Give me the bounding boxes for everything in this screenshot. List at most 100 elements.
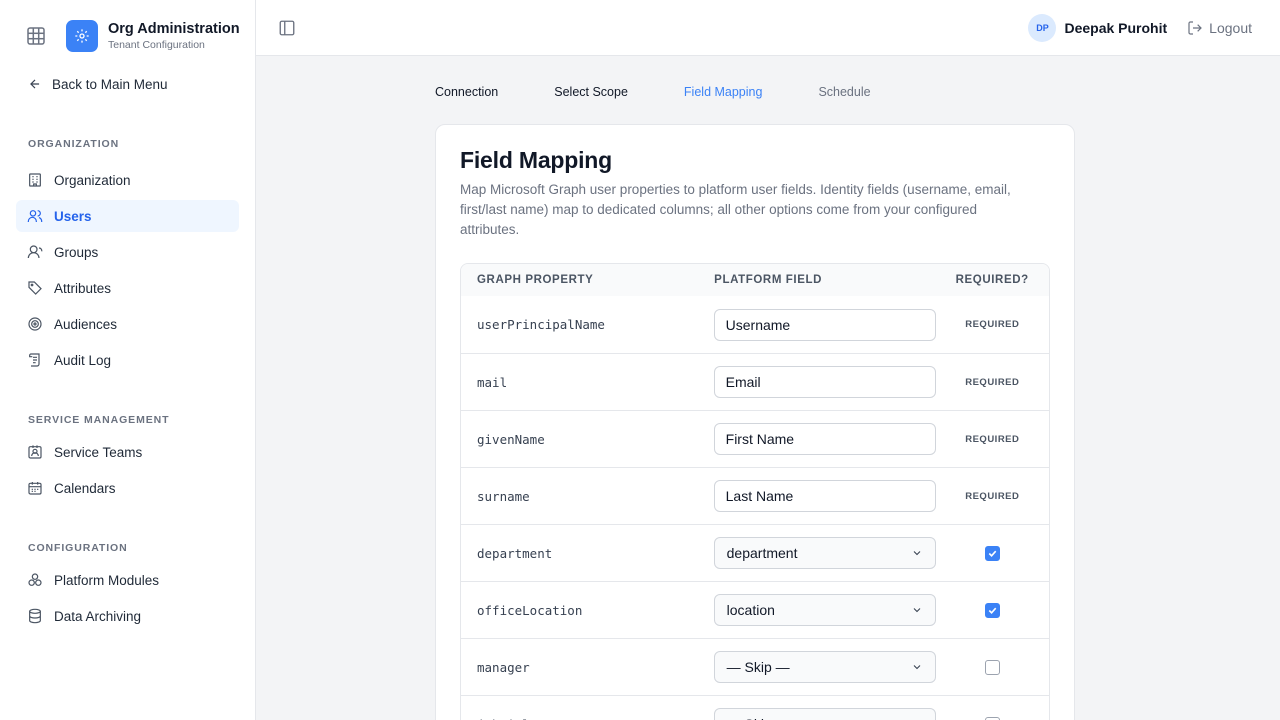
sidebar-item-attributes[interactable]: Attributes bbox=[16, 272, 239, 304]
sidebar-item-label: Data Archiving bbox=[54, 608, 142, 624]
sidebar-item-platform-modules[interactable]: Platform Modules bbox=[16, 564, 239, 596]
sidebar-item-service-teams[interactable]: Service Teams bbox=[16, 436, 239, 468]
target-icon bbox=[26, 315, 44, 333]
platform-field-input[interactable] bbox=[713, 423, 936, 455]
back-link-label: Back to Main Menu bbox=[52, 76, 168, 92]
platform-field-input[interactable] bbox=[713, 366, 936, 398]
required-cell bbox=[936, 716, 1049, 720]
platform-field-select[interactable]: — Skip — bbox=[713, 651, 936, 683]
platform-field-cell bbox=[713, 308, 936, 341]
required-badge: REQUIRED bbox=[965, 433, 1020, 445]
required-checkbox[interactable] bbox=[984, 716, 1000, 720]
table-row: userPrincipalName REQUIRED bbox=[461, 296, 1049, 353]
sidebar-item-organization[interactable]: Organization bbox=[16, 164, 239, 196]
graph-property: givenName bbox=[477, 431, 545, 447]
step-select-scope[interactable]: Select Scope bbox=[554, 83, 628, 101]
page-description: Map Microsoft Graph user properties to p… bbox=[460, 182, 1011, 237]
chevron-down-icon bbox=[911, 547, 923, 559]
table-row: department department bbox=[461, 524, 1049, 581]
required-cell: REQUIRED bbox=[936, 491, 1049, 502]
table-header: GRAPH PROPERTY PLATFORM FIELD REQUIRED? bbox=[461, 264, 1049, 296]
sidebar-item-label: Service Teams bbox=[54, 444, 143, 460]
sidebar-item-groups[interactable]: Groups bbox=[16, 236, 239, 268]
brand-header: Org Administration Tenant Configuration bbox=[0, 0, 255, 72]
platform-field-cell bbox=[713, 366, 936, 398]
select-value: department bbox=[726, 545, 798, 561]
header-required: REQUIRED? bbox=[955, 274, 1029, 286]
sidebar-item-label: Groups bbox=[54, 244, 99, 260]
sidebar-item-calendars[interactable]: Calendars bbox=[16, 472, 239, 504]
sidebar-item-label: Audiences bbox=[54, 316, 118, 332]
table-row: jobTitle — Skip — bbox=[461, 695, 1049, 720]
sidebar-item-label: Users bbox=[54, 208, 92, 224]
sidebar-item-users[interactable]: Users bbox=[16, 200, 239, 232]
required-cell: REQUIRED bbox=[936, 377, 1049, 388]
step-schedule[interactable]: Schedule bbox=[818, 83, 870, 101]
field-mapping-card: Field Mapping Map Microsoft Graph user p… bbox=[435, 124, 1075, 720]
building-icon bbox=[26, 171, 44, 189]
required-checkbox[interactable] bbox=[984, 545, 1000, 561]
user-menu: DP Deepak Purohit Logout bbox=[1028, 14, 1252, 42]
sidebar: Org Administration Tenant Configuration … bbox=[0, 0, 256, 720]
chevron-down-icon bbox=[911, 604, 923, 616]
section-label-organization: ORGANIZATION bbox=[28, 138, 120, 150]
table-row: officeLocation location bbox=[461, 581, 1049, 638]
graph-property: officeLocation bbox=[477, 602, 583, 618]
graph-property: userPrincipalName bbox=[477, 317, 605, 332]
database-icon bbox=[26, 607, 44, 625]
group-icon bbox=[26, 243, 44, 261]
required-badge: REQUIRED bbox=[965, 490, 1020, 502]
platform-field-input[interactable] bbox=[713, 308, 936, 341]
platform-field-select[interactable]: — Skip — bbox=[713, 708, 936, 720]
sidebar-item-data-archiving[interactable]: Data Archiving bbox=[16, 600, 239, 632]
sidebar-item-label: Calendars bbox=[54, 480, 116, 496]
platform-field-cell bbox=[713, 480, 936, 512]
brand-subtitle: Tenant Configuration bbox=[108, 39, 205, 51]
platform-field-cell: location bbox=[713, 594, 936, 626]
section-label-configuration: CONFIGURATION bbox=[28, 542, 128, 554]
avatar[interactable]: DP bbox=[1028, 14, 1057, 42]
logout-label: Logout bbox=[1209, 20, 1252, 36]
platform-field-cell bbox=[713, 423, 936, 455]
check-icon bbox=[988, 607, 997, 614]
platform-field-select[interactable]: department bbox=[713, 537, 936, 569]
step-connection[interactable]: Connection bbox=[435, 83, 498, 101]
required-cell: REQUIRED bbox=[936, 319, 1049, 330]
required-cell bbox=[936, 545, 1049, 561]
platform-field-cell: department bbox=[713, 537, 936, 569]
sidebar-item-label: Audit Log bbox=[54, 352, 112, 368]
table-row: surname REQUIRED bbox=[461, 467, 1049, 524]
step-field-mapping[interactable]: Field Mapping bbox=[684, 83, 763, 101]
table-row: mail REQUIRED bbox=[461, 353, 1049, 410]
app-grid-icon[interactable] bbox=[26, 26, 46, 46]
header-graph-property: GRAPH PROPERTY bbox=[477, 274, 594, 286]
sidebar-toggle-icon[interactable] bbox=[278, 19, 296, 37]
sidebar-item-label: Organization bbox=[54, 172, 131, 188]
graph-property: surname bbox=[477, 488, 530, 504]
back-to-main-menu-link[interactable]: Back to Main Menu bbox=[0, 72, 255, 96]
brand-title: Org Administration bbox=[108, 21, 240, 37]
platform-field-input[interactable] bbox=[713, 480, 936, 512]
required-badge: REQUIRED bbox=[965, 319, 1020, 330]
sidebar-item-audiences[interactable]: Audiences bbox=[16, 308, 239, 340]
select-value: location bbox=[726, 602, 775, 618]
table-row: manager — Skip — bbox=[461, 638, 1049, 695]
graph-property: department bbox=[477, 545, 553, 561]
modules-icon bbox=[26, 571, 44, 589]
platform-field-select[interactable]: location bbox=[713, 594, 936, 626]
table-row: givenName REQUIRED bbox=[461, 410, 1049, 467]
mapping-table: GRAPH PROPERTY PLATFORM FIELD REQUIRED? … bbox=[460, 263, 1050, 720]
logout-button[interactable]: Logout bbox=[1187, 20, 1252, 36]
scroll-icon bbox=[26, 351, 44, 369]
chevron-down-icon bbox=[911, 661, 923, 673]
required-cell: REQUIRED bbox=[936, 434, 1049, 445]
select-value: — Skip — bbox=[726, 659, 790, 675]
required-checkbox[interactable] bbox=[984, 602, 1000, 618]
sidebar-item-audit-log[interactable]: Audit Log bbox=[16, 344, 239, 376]
users-icon bbox=[26, 207, 44, 225]
calendar-icon bbox=[26, 479, 44, 497]
header-platform-field: PLATFORM FIELD bbox=[714, 274, 823, 286]
required-checkbox[interactable] bbox=[984, 659, 1000, 675]
user-name[interactable]: Deepak Purohit bbox=[1064, 20, 1167, 36]
arrow-left-icon bbox=[30, 79, 40, 89]
